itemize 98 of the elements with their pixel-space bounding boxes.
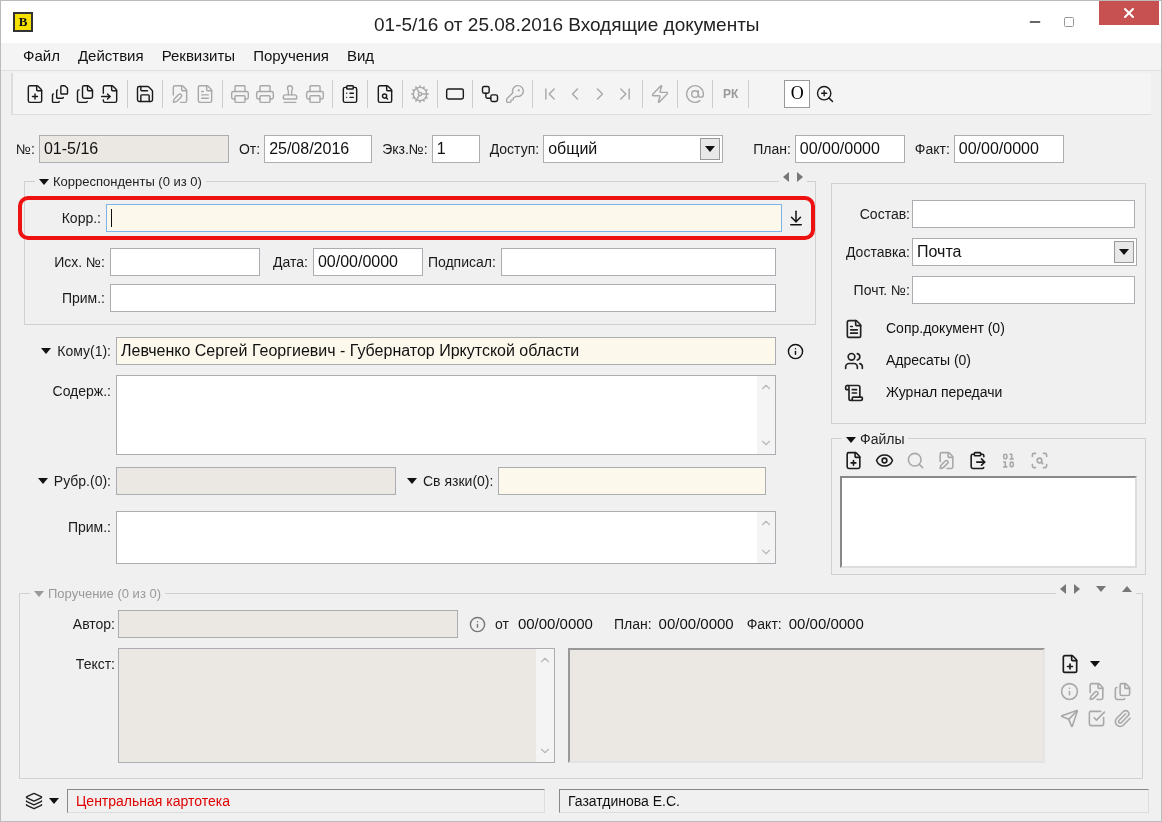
field-label: Подписал: [427, 252, 496, 272]
field-label: Автор: [71, 614, 115, 634]
field-label: От: [238, 139, 261, 159]
panel-link[interactable]: Адресаты (0) [886, 350, 972, 371]
field-label: Содерж.: [51, 382, 111, 401]
maximize-icon[interactable] [1063, 16, 1075, 28]
menu-item[interactable]: Поручения [253, 45, 329, 68]
readonly-field[interactable] [116, 467, 396, 495]
close-icon[interactable] [1121, 5, 1137, 21]
files-icon[interactable] [75, 83, 95, 104]
cabinet-icon[interactable] [25, 792, 43, 810]
new-file-icon[interactable] [844, 451, 863, 470]
delivery-select[interactable]: Почта [912, 238, 1137, 266]
date-value: 00/00/0000 [517, 613, 593, 634]
previous-arrow-icon[interactable] [783, 172, 789, 182]
document-stack-icon[interactable] [50, 83, 70, 104]
correspondent-field[interactable] [106, 204, 782, 232]
status-cabinet: Центральная картотека [67, 789, 545, 813]
date-value: 00/00/0000 [658, 613, 734, 634]
text-field[interactable] [110, 248, 260, 276]
menu-item[interactable]: Действия [77, 45, 144, 68]
panel-link[interactable]: Сопр.документ (0) [886, 318, 1005, 339]
text-field[interactable] [912, 200, 1135, 228]
links-field[interactable] [498, 467, 767, 495]
field-label: Текст: [74, 655, 115, 674]
field-label: Исх. №: [53, 252, 105, 272]
collapse-caret-icon[interactable] [41, 346, 52, 356]
text-field[interactable]: 00/00/0000 [953, 135, 1064, 163]
field-label: Прим.: [60, 288, 105, 308]
panel-link[interactable]: Журнал передачи [886, 382, 1003, 403]
assignment-text-area[interactable] [118, 648, 555, 763]
toggle-button[interactable]: О [784, 79, 811, 108]
workflow-icon[interactable] [480, 83, 500, 104]
zoom-in-icon[interactable] [815, 83, 836, 104]
save-icon[interactable] [135, 83, 155, 104]
field-label: Кому(1): [57, 341, 111, 361]
clipboard-icon[interactable] [968, 451, 987, 470]
field-label: Почт. №: [852, 280, 910, 300]
collapse-caret-icon[interactable] [407, 476, 417, 486]
field-label: Доступ: [489, 139, 540, 159]
new-document-icon[interactable] [25, 83, 45, 104]
document-search-icon[interactable] [375, 83, 395, 104]
close-button[interactable] [1099, 1, 1159, 25]
status-user: Газатдинова Е.С. [559, 789, 1149, 813]
field-label: №: [16, 139, 35, 159]
access-select[interactable]: общий [543, 135, 724, 163]
date-value: 00/00/0000 [788, 613, 864, 634]
field-label: Св язки(0): [423, 471, 494, 491]
dropdown-caret-icon[interactable] [49, 798, 59, 804]
people-icon[interactable] [844, 350, 864, 371]
note-text-area[interactable] [116, 511, 776, 564]
previous-arrow-icon[interactable] [1060, 584, 1066, 594]
down-arrow-icon[interactable] [1096, 586, 1106, 592]
text-field[interactable] [110, 284, 776, 312]
view-icon[interactable] [875, 451, 894, 470]
field-label: Дата: [273, 252, 308, 272]
document-input-icon[interactable] [100, 83, 120, 104]
field-label: от [495, 614, 509, 634]
addressee-field[interactable]: Левченко Сергей Георгиевич - Губернатор Иркутской области [116, 337, 776, 365]
download-icon[interactable] [787, 209, 805, 227]
document-list-icon[interactable] [844, 318, 864, 339]
field-label: План: [613, 614, 652, 634]
field-label: Доставка: [845, 242, 910, 262]
next-arrow-icon[interactable] [797, 172, 803, 182]
window-title: 01-5/16 от 25.08.2016 Входящие документы [374, 13, 760, 37]
clipboard-icon[interactable] [340, 83, 360, 104]
field-label: Состав: [858, 204, 910, 224]
text-field[interactable]: 25/08/2016 [264, 135, 373, 163]
text-field[interactable]: 00/00/0000 [312, 248, 423, 276]
group-title[interactable]: Корреспонденты (0 из 0) [53, 172, 202, 192]
menu-item[interactable]: Файл [23, 45, 60, 68]
text-field[interactable]: 1 [431, 135, 480, 163]
field-label: Экз.№: [382, 139, 428, 159]
group-title[interactable]: Файлы [860, 429, 905, 450]
scroll-icon[interactable] [844, 382, 864, 403]
field-label: Корр.: [60, 208, 101, 228]
dropdown-caret-icon[interactable] [1089, 661, 1100, 667]
readonly-field[interactable]: 01-5/16 [38, 135, 229, 163]
text-field[interactable]: 00/00/0000 [794, 135, 905, 163]
field-label: Рубр.(0): [53, 471, 111, 491]
text-field[interactable] [500, 248, 776, 276]
collapse-caret-icon[interactable] [846, 434, 856, 445]
collapse-caret-icon[interactable] [39, 176, 49, 187]
field-label: Факт: [746, 614, 782, 634]
text-field[interactable] [912, 276, 1135, 304]
collapse-caret-icon[interactable] [37, 476, 48, 486]
file-list[interactable] [840, 476, 1137, 568]
info-icon[interactable] [787, 342, 804, 360]
app-logo: B [13, 12, 33, 32]
up-arrow-icon[interactable] [1122, 586, 1132, 592]
field-label: Прим.: [66, 518, 111, 537]
menu-item[interactable]: Реквизиты [161, 45, 236, 68]
field-label: Факт: [914, 139, 950, 159]
content-text-area[interactable] [116, 375, 776, 455]
next-arrow-icon[interactable] [1074, 584, 1080, 594]
readonly-field[interactable] [118, 610, 458, 638]
field-label: План: [753, 139, 791, 159]
menu-item[interactable]: Вид [346, 45, 375, 68]
